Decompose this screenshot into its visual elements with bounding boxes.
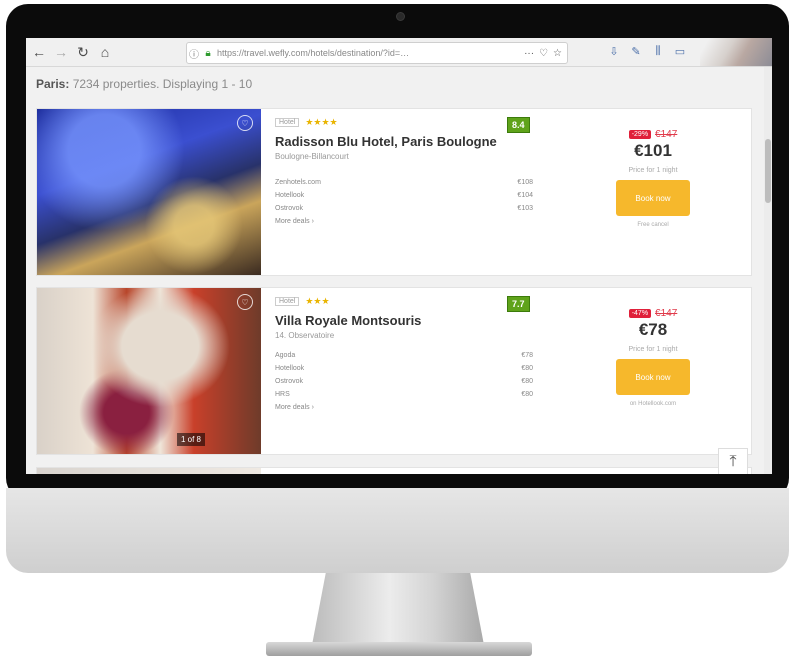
hotel-photo[interactable]: ♡	[37, 109, 261, 275]
screen: ← → ↻ ⌂ ⓘ 🔒︎ https://travel.wefly.com/ho…	[26, 38, 772, 474]
price-row[interactable]: HRS €80	[275, 391, 533, 398]
hotel-location[interactable]: Boulogne-Billancourt	[275, 152, 545, 161]
hotel-card[interactable]: ♡ Hotel ★★★★ Radisson Blu Hotel, Paris B…	[36, 108, 752, 276]
photo-counter: 1 of 8	[176, 433, 205, 446]
hotel-location[interactable]: 14. Observatoire	[275, 331, 545, 340]
provider-name: Hotellook	[275, 365, 305, 372]
price-row[interactable]: Hotellook €80	[275, 365, 533, 372]
provider-prices: Zenhotels.com €108 Hotellook €104 Ostrov…	[275, 179, 545, 225]
scrollbar[interactable]	[764, 67, 772, 474]
provider-name: HRS	[275, 391, 290, 398]
property-type-tag: Hotel	[275, 118, 300, 127]
price-note: Price for 1 night	[628, 346, 678, 353]
reload-icon[interactable]: ↻	[74, 43, 92, 61]
price-row[interactable]: Ostrovok €103	[275, 205, 533, 212]
more-deals-link[interactable]: More deals ›	[275, 218, 545, 225]
star-rating: ★★★★	[305, 117, 338, 127]
price-row[interactable]: Hotellook €104	[275, 192, 533, 199]
provider-price: €80	[521, 365, 533, 372]
hotel-name[interactable]: Villa Royale Montsouris	[275, 313, 545, 328]
provider-price: €80	[521, 378, 533, 385]
rating-badge: 7.7	[507, 296, 530, 312]
provider-price: €104	[517, 192, 533, 199]
provider-price: €80	[521, 391, 533, 398]
discount-badge: -47%	[628, 309, 652, 318]
back-icon[interactable]: ←	[30, 43, 48, 61]
price-row[interactable]: Agoda €78	[275, 352, 533, 359]
provider-price: €78	[521, 352, 533, 359]
monitor-chin	[6, 488, 789, 573]
new-price: €78	[638, 320, 668, 339]
forward-icon[interactable]: →	[52, 43, 70, 61]
rating-badge: 8.4	[507, 117, 530, 133]
favorite-icon[interactable]: ♡	[237, 294, 253, 310]
provider-price: €103	[517, 205, 533, 212]
favorite-icon[interactable]: ♡	[237, 115, 253, 131]
book-now-button[interactable]: Book now	[616, 359, 690, 395]
page-actions-icon[interactable]: ···	[524, 48, 534, 59]
window-corner-thumbnail	[700, 38, 772, 66]
old-price: €147	[655, 129, 678, 140]
browser-toolbar: ← → ↻ ⌂ ⓘ 🔒︎ https://travel.wefly.com/ho…	[26, 38, 772, 67]
download-icon[interactable]: ⇩	[606, 43, 622, 59]
provider-note: on Hotellook.com	[629, 401, 677, 407]
camera-dot	[396, 12, 405, 21]
share-icon[interactable]: ✎	[628, 43, 644, 59]
results-city: Paris:	[36, 77, 70, 91]
hotel-card[interactable]: ♡ 1 of 8 Hotel ★★★ Villa Royale Montsour…	[36, 287, 752, 455]
price-note: Price for 1 night	[628, 167, 678, 174]
provider-price: €108	[517, 179, 533, 186]
cancel-note: Free cancel	[637, 222, 669, 228]
lock-icon: 🔒︎	[205, 47, 211, 59]
old-price: €147	[655, 308, 678, 319]
library-icon[interactable]: ⫼	[650, 43, 666, 59]
new-price: €101	[634, 141, 672, 160]
info-icon[interactable]: ⓘ	[187, 46, 201, 61]
scrollbar-thumb[interactable]	[765, 139, 771, 203]
hotel-name[interactable]: Radisson Blu Hotel, Paris Boulogne	[275, 134, 545, 149]
price-row[interactable]: Zenhotels.com €108	[275, 179, 533, 186]
price-row[interactable]: Ostrovok €80	[275, 378, 533, 385]
monitor-foot	[266, 642, 532, 656]
provider-name: Ostrovok	[275, 378, 304, 385]
deal-panel: -47% €147 €78 Price for 1 night Book now…	[611, 308, 695, 407]
book-now-button[interactable]: Book now	[616, 180, 690, 216]
provider-name: Hotellook	[275, 192, 305, 199]
pocket-icon[interactable]: ♡	[539, 48, 548, 59]
provider-name: Ostrovok	[275, 205, 304, 212]
results-summary: 7234 properties. Displaying 1 - 10	[72, 77, 253, 91]
home-icon[interactable]: ⌂	[96, 43, 114, 61]
monitor-stand	[312, 573, 484, 645]
scroll-to-top-button[interactable]: ⤒	[718, 448, 748, 474]
bookmark-star-icon[interactable]: ☆	[553, 48, 562, 59]
deal-panel: -29% €147 €101 Price for 1 night Book no…	[611, 129, 695, 228]
property-type-tag: Hotel	[275, 297, 300, 306]
sidebar-icon[interactable]: ▭	[672, 43, 688, 59]
provider-name: Agoda	[275, 352, 296, 359]
hotel-photo[interactable]: ♡ 1 of 8	[37, 288, 261, 454]
provider-name: Zenhotels.com	[275, 179, 321, 186]
provider-prices: Agoda €78 Hotellook €80 Ostrovok €80 HRS…	[275, 352, 545, 411]
star-rating: ★★★	[305, 296, 330, 306]
results-header: Paris: 7234 properties. Displaying 1 - 1…	[26, 67, 772, 97]
more-deals-link[interactable]: More deals ›	[275, 404, 545, 411]
hotel-photo[interactable]	[37, 468, 261, 474]
address-bar[interactable]: ⓘ 🔒︎ https://travel.wefly.com/hotels/des…	[186, 42, 568, 64]
hotel-card[interactable]	[36, 467, 752, 474]
url-text[interactable]: https://travel.wefly.com/hotels/destinat…	[217, 48, 524, 58]
discount-badge: -29%	[628, 130, 652, 139]
